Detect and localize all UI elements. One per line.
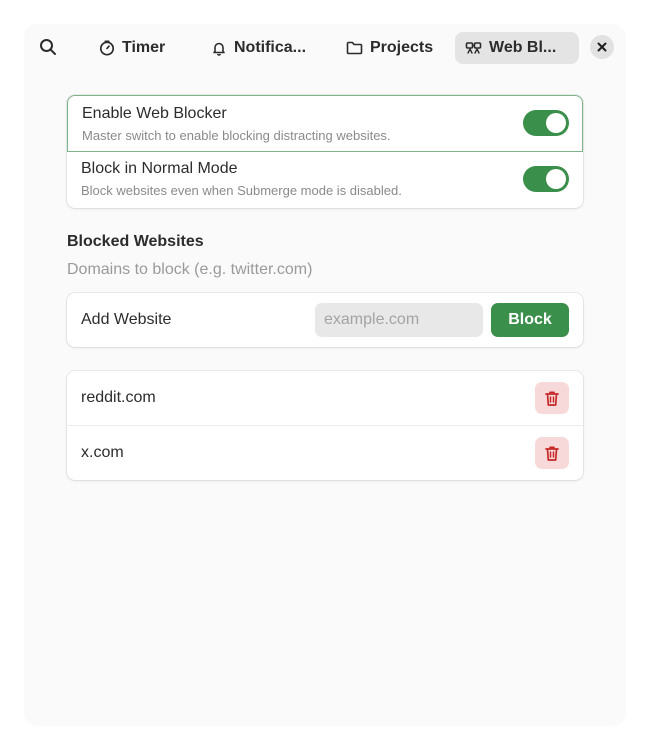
web-blocker-icon: [465, 40, 482, 56]
trash-icon: [544, 390, 560, 407]
site-domain: reddit.com: [81, 389, 156, 406]
block-button[interactable]: Block: [491, 303, 569, 337]
blocked-websites-list: reddit.com x.com: [67, 371, 583, 480]
tab-web-blocker[interactable]: Web Bl...: [455, 32, 579, 64]
delete-site-button[interactable]: [535, 437, 569, 469]
bell-icon: [211, 40, 227, 56]
add-website-label: Add Website: [81, 311, 172, 328]
tab-projects[interactable]: Projects: [336, 32, 446, 64]
add-website-card: Add Website Block: [67, 293, 583, 347]
search-icon: [39, 38, 57, 56]
setting-title: Block in Normal Mode: [81, 160, 238, 177]
delete-site-button[interactable]: [535, 382, 569, 414]
setting-enable-web-blocker: Enable Web Blocker Master switch to enab…: [67, 95, 583, 152]
tab-label: Timer: [122, 39, 166, 56]
toggle-knob: [546, 113, 566, 133]
folder-icon: [346, 40, 363, 56]
web-blocker-settings: Enable Web Blocker Master switch to enab…: [67, 95, 583, 208]
close-icon: [597, 42, 607, 52]
tab-label: Projects: [370, 39, 434, 56]
setting-description: Master switch to enable blocking distrac…: [82, 128, 391, 143]
clock-icon: [99, 40, 115, 56]
search-button[interactable]: [35, 34, 61, 60]
section-description: Domains to block (e.g. twitter.com): [67, 261, 313, 278]
tab-notifications[interactable]: Notifica...: [201, 32, 325, 64]
toggle-knob: [546, 169, 566, 189]
setting-description: Block websites even when Submerge mode i…: [81, 183, 402, 198]
close-button[interactable]: [590, 35, 614, 59]
section-title: Blocked Websites: [67, 233, 204, 250]
trash-icon: [544, 445, 560, 462]
website-input[interactable]: [315, 303, 483, 337]
tab-bar: Timer Notifica... Projects Web Bl...: [25, 25, 625, 71]
list-item: reddit.com: [67, 371, 583, 426]
enable-web-blocker-toggle[interactable]: [523, 110, 569, 136]
tab-timer[interactable]: Timer: [89, 32, 179, 64]
setting-block-in-normal-mode: Block in Normal Mode Block websites even…: [67, 152, 583, 208]
settings-window: Timer Notifica... Projects Web Bl... Ena…: [25, 25, 625, 725]
list-item: x.com: [67, 426, 583, 480]
tab-label: Web Bl...: [489, 39, 557, 56]
site-domain: x.com: [81, 444, 124, 461]
block-in-normal-mode-toggle[interactable]: [523, 166, 569, 192]
tab-label: Notifica...: [234, 39, 307, 56]
setting-title: Enable Web Blocker: [82, 105, 227, 122]
